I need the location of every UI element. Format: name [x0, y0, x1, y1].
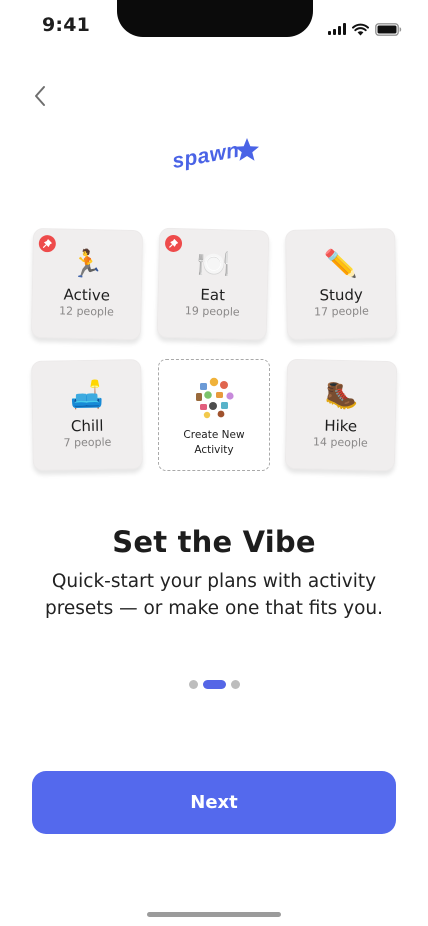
- pin-badge: [38, 234, 57, 253]
- activity-tile-eat[interactable]: 🍽️ Eat 19 people: [156, 227, 270, 341]
- cellular-signal-icon: [328, 23, 346, 35]
- logo-text: spawn: [170, 139, 241, 172]
- pencil-icon: ✏️: [323, 248, 358, 281]
- activity-collage-icon: [196, 377, 234, 419]
- create-new-label: Create New Activity: [183, 429, 245, 456]
- tile-label: Hike: [324, 416, 358, 436]
- fork-knife-plate-icon: 🍽️: [196, 248, 231, 281]
- spawn-logo: spawn: [170, 138, 259, 172]
- create-new-activity-tile[interactable]: Create New Activity: [158, 359, 270, 471]
- status-time: 9:41: [42, 14, 91, 36]
- tile-label: Study: [319, 285, 364, 305]
- back-button[interactable]: [26, 82, 54, 110]
- device-notch: [117, 0, 313, 37]
- pin-badge: [164, 234, 183, 253]
- tile-count: 14 people: [312, 435, 368, 450]
- tile-label: Active: [63, 285, 111, 305]
- tile-count: 7 people: [63, 435, 112, 450]
- activity-tile-chill[interactable]: 🛋️ Chill 7 people: [31, 359, 143, 471]
- pagination-dots: [0, 679, 428, 689]
- activity-tile-hike[interactable]: 🥾 Hike 14 people: [284, 358, 398, 472]
- tile-label: Eat: [200, 285, 226, 305]
- activity-tile-study[interactable]: ✏️ Study 17 people: [285, 228, 397, 340]
- home-indicator[interactable]: [147, 912, 281, 917]
- battery-icon: [375, 22, 402, 36]
- couch-lamp-icon: 🛋️: [69, 379, 104, 412]
- activity-tile-active[interactable]: 🏃 Active 12 people: [30, 227, 144, 341]
- running-icon: 🏃: [70, 248, 105, 281]
- tile-count: 19 people: [184, 304, 240, 319]
- tile-count: 17 people: [313, 304, 369, 319]
- pin-icon: [42, 239, 52, 248]
- chevron-left-icon: [35, 86, 45, 106]
- tile-count: 12 people: [58, 304, 114, 319]
- page-dot: [188, 679, 198, 689]
- page-dot-active: [202, 679, 226, 689]
- page-subtitle: Quick-start your plans with activity pre…: [44, 571, 384, 619]
- wifi-icon: [352, 23, 369, 35]
- next-button[interactable]: Next: [32, 771, 396, 834]
- pin-icon: [169, 238, 179, 248]
- page-dot: [230, 679, 240, 689]
- status-icons: [328, 22, 402, 36]
- hiking-boot-icon: 🥾: [324, 379, 359, 412]
- page-title: Set the Vibe: [112, 525, 316, 559]
- tile-label: Chill: [70, 416, 104, 436]
